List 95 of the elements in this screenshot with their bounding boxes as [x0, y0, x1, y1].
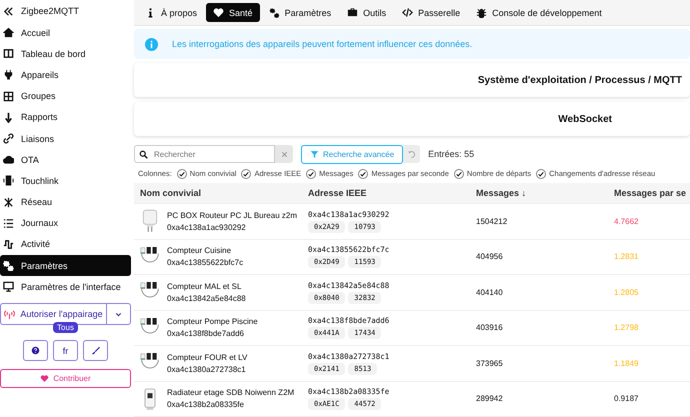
- language-button[interactable]: fr: [53, 340, 78, 362]
- monitor-icon: [3, 281, 14, 292]
- device-address: 0xa4c138b2a08335fe: [167, 400, 245, 410]
- link-icon: [3, 133, 14, 144]
- message-rate: 0.9187: [614, 394, 640, 404]
- device-address: 0xa4c1380a272738c1: [167, 364, 247, 374]
- checkbox[interactable]: [358, 168, 368, 178]
- undo-icon: [407, 150, 416, 158]
- message-count: 404140: [476, 288, 504, 297]
- contribute-button[interactable]: Contribuer: [0, 369, 131, 388]
- tab[interactable]: Outils: [340, 3, 394, 22]
- search-field[interactable]: Rechercher: [134, 145, 275, 163]
- sidebar-item[interactable]: Paramètres de l'interface: [0, 276, 131, 298]
- checkbox[interactable]: [241, 168, 252, 178]
- network-icon: [3, 196, 14, 208]
- tab[interactable]: À propos: [138, 3, 204, 22]
- sidebar-item[interactable]: Réseau: [0, 192, 131, 213]
- tab[interactable]: Paramètres: [262, 3, 338, 22]
- plug-icon: [3, 69, 14, 80]
- device-name[interactable]: PC BOX Routeur PC JL Bureau z2m: [167, 210, 297, 220]
- section-title: WebSocket: [558, 114, 612, 124]
- checkbox[interactable]: [536, 168, 546, 178]
- collapse-icon[interactable]: [3, 6, 14, 16]
- checkbox[interactable]: [306, 168, 316, 178]
- columns-icon: [3, 48, 14, 60]
- sidebar-item[interactable]: Tableau de bord: [0, 43, 131, 64]
- close-icon: [280, 150, 288, 158]
- home-icon: [3, 27, 14, 38]
- sidebar-item[interactable]: Liaisons: [0, 128, 131, 150]
- list-icon: [3, 218, 14, 229]
- device-name[interactable]: Compteur FOUR et LV: [167, 352, 248, 362]
- tab[interactable]: Santé: [206, 3, 260, 22]
- sidebar-item[interactable]: Journaux: [0, 212, 131, 234]
- sidebar-item[interactable]: Appareils: [0, 64, 131, 86]
- message-count: 404956: [476, 252, 504, 262]
- help-button[interactable]: [23, 340, 48, 362]
- smart-plug-picture: [140, 209, 160, 234]
- checkbox[interactable]: [176, 168, 187, 178]
- brush-icon: [91, 346, 100, 356]
- sidebar-item[interactable]: Accueil: [0, 22, 131, 44]
- toolbox-icon: [347, 7, 358, 18]
- sidebar-item[interactable]: Activité: [0, 234, 131, 256]
- checkbox[interactable]: [454, 168, 464, 178]
- tab[interactable]: Passerelle: [395, 3, 468, 22]
- message-count: 373965: [476, 358, 504, 368]
- device-address: 0xa4c138a1ac930292: [167, 222, 247, 232]
- message-count: 403916: [476, 323, 504, 332]
- column-header[interactable]: Nom convivial: [140, 188, 308, 198]
- down-arrow-icon: [3, 112, 14, 123]
- column-header[interactable]: Messages par se: [614, 188, 690, 198]
- device-address: 0xa4c13855622bfc7c: [167, 258, 244, 268]
- device-address: 0xa4c138f8bde7add6: [167, 329, 245, 338]
- message-rate: 1.2798: [614, 323, 640, 332]
- message-rate: 1.2831: [614, 252, 640, 262]
- bug-icon: [476, 7, 488, 18]
- question-circle-icon: [31, 346, 40, 356]
- app-title: Zigbee2MQTT: [21, 6, 80, 16]
- message-rate: 4.7662: [614, 216, 640, 226]
- sidebar-item[interactable]: Touchlink: [0, 170, 131, 192]
- tab[interactable]: Console de développement: [469, 3, 609, 22]
- entries-count: Entrées: 55: [428, 149, 474, 159]
- info-icon: [145, 38, 158, 50]
- column-header[interactable]: Adresse IEEE: [308, 188, 476, 198]
- join-target-badge: Tous: [53, 322, 78, 334]
- heart-icon: [213, 7, 224, 18]
- sidebar-item[interactable]: OTA: [0, 149, 131, 170]
- section-title: Système d'exploitation / Processus / MQTT: [478, 74, 682, 86]
- phone-icon: [3, 175, 14, 186]
- device-name[interactable]: Radiateur etage SDB Noiwenn Z2M: [167, 388, 294, 398]
- sidebar-item[interactable]: Paramètres: [0, 255, 131, 276]
- device-name[interactable]: Compteur Pompe Piscine: [167, 317, 258, 326]
- permit-join-button[interactable]: Autoriser l'appairage: [0, 303, 107, 326]
- grid-icon: [3, 90, 14, 102]
- dropdown-button[interactable]: [107, 303, 131, 326]
- sidebar-item[interactable]: Groupes: [0, 86, 131, 107]
- heart-icon: [40, 374, 50, 384]
- search-icon: [139, 150, 148, 158]
- code-icon: [402, 7, 414, 18]
- device-name[interactable]: Compteur MAL et SL: [167, 282, 246, 291]
- device-name[interactable]: Compteur Cuisine: [167, 246, 244, 256]
- theme-button[interactable]: [83, 340, 108, 362]
- cloud-icon: [3, 154, 14, 166]
- gears-icon: [3, 260, 14, 272]
- filter-icon: [310, 150, 319, 158]
- column-header[interactable]: Messages ↓: [476, 188, 614, 198]
- message-rate: 1.1849: [614, 358, 640, 368]
- alert-text: Les interrogations des appareils peuvent fortement influencer ces données.: [172, 39, 472, 49]
- sidebar-item[interactable]: Rapports: [0, 106, 131, 128]
- gears-icon: [268, 7, 280, 18]
- pulse-icon: [3, 238, 14, 250]
- antenna-icon: [4, 308, 16, 320]
- message-rate: 1.2805: [614, 288, 640, 297]
- message-count: 1504212: [476, 216, 508, 226]
- device-address: 0xa4c13842a5e84c88: [167, 294, 246, 303]
- message-count: 289942: [476, 394, 504, 404]
